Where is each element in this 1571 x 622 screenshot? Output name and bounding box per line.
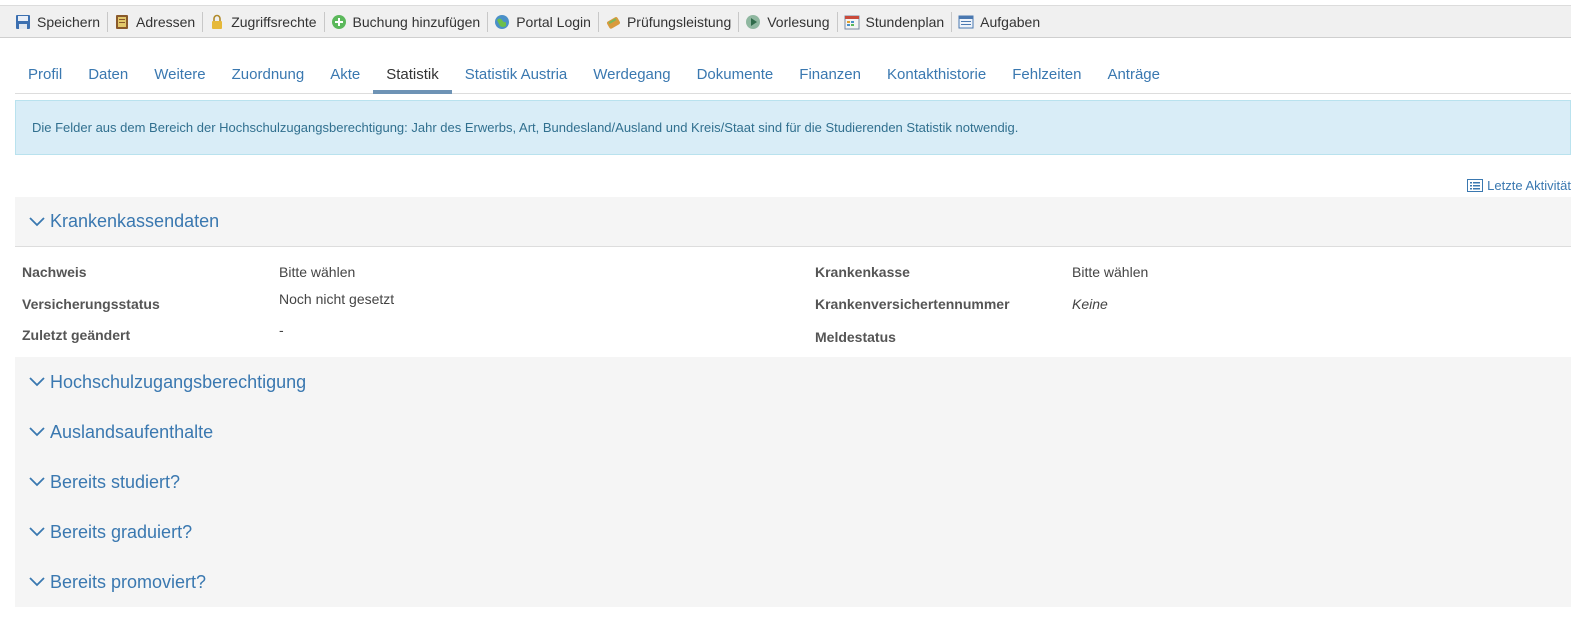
nachweis-label: Nachweis (22, 264, 87, 280)
tab-statistik-austria[interactable]: Statistik Austria (452, 54, 581, 93)
addresses-button[interactable]: Adressen (111, 11, 200, 33)
tasks-label: Aufgaben (980, 13, 1041, 30)
address-book-icon (116, 14, 129, 29)
toolbar-separator (597, 11, 599, 32)
save-label: Speichern (37, 13, 101, 30)
section-bereits-studiert[interactable]: Bereits studiert? (15, 457, 1571, 507)
tab-antraege[interactable]: Anträge (1094, 54, 1173, 93)
tab-profil[interactable]: Profil (15, 54, 75, 93)
tab-finanzen[interactable]: Finanzen (786, 54, 874, 93)
last-activity-label: Letzte Aktivität (1487, 178, 1571, 193)
exam-icon (606, 16, 620, 29)
section-bereits-graduiert[interactable]: Bereits graduiert? (15, 507, 1571, 557)
section-bereits-promoviert[interactable]: Bereits promoviert? (15, 557, 1571, 607)
toolbar: Speichern Adressen Zugriffsrechte Buchun… (0, 5, 1571, 38)
save-icon (16, 14, 30, 29)
tab-werdegang[interactable]: Werdegang (580, 54, 683, 93)
zuletzt-geaendert-value: - (279, 322, 284, 338)
exam-performance-button[interactable]: Prüfungsleistung (602, 11, 736, 33)
chevron-down-icon (29, 427, 45, 437)
section-auslandsaufenthalte[interactable]: Auslandsaufenthalte (15, 407, 1571, 457)
tab-zuordnung[interactable]: Zuordnung (219, 54, 318, 93)
access-rights-label: Zugriffsrechte (231, 13, 317, 30)
tab-daten[interactable]: Daten (75, 54, 141, 93)
list-icon (1467, 179, 1484, 192)
chevron-down-icon (29, 216, 45, 226)
toolbar-separator (107, 11, 109, 32)
section-title: Hochschulzugangsberechtigung (50, 371, 307, 392)
section-title: Bereits studiert? (50, 471, 181, 492)
globe-icon (495, 14, 510, 29)
lecture-icon (746, 14, 761, 29)
last-activity-link[interactable]: Letzte Aktivität (1467, 178, 1571, 193)
chevron-down-icon (29, 527, 45, 537)
portal-login-label: Portal Login (516, 13, 591, 30)
tab-kontakthistorie[interactable]: Kontakthistorie (874, 54, 999, 93)
tab-bar: Profil Daten Weitere Zuordnung Akte Stat… (15, 54, 1571, 94)
tab-akte[interactable]: Akte (317, 54, 373, 93)
toolbar-separator (738, 11, 740, 32)
section-title: Auslandsaufenthalte (50, 421, 214, 442)
timetable-button[interactable]: Stundenplan (841, 11, 950, 33)
zuletzt-geaendert-label: Zuletzt geändert (22, 327, 131, 343)
krankenkasse-details: Nachweis Bitte wählen Versicherungsstatu… (15, 248, 1571, 356)
toolbar-separator (951, 11, 953, 32)
lock-icon (212, 14, 223, 29)
krankenversichertennummer-label: Krankenversichertennummer (815, 296, 1010, 312)
tasks-button[interactable]: Aufgaben (955, 11, 1045, 33)
krankenversichertennummer-value: Keine (1072, 296, 1108, 312)
tab-dokumente[interactable]: Dokumente (684, 54, 787, 93)
addresses-label: Adressen (136, 13, 196, 30)
calendar-icon (844, 15, 860, 29)
toolbar-separator (323, 11, 325, 32)
versicherungsstatus-value: Noch nicht gesetzt (279, 291, 395, 307)
meldestatus-label: Meldestatus (815, 329, 896, 345)
section-title: Krankenkassendaten (50, 211, 220, 231)
versicherungsstatus-label: Versicherungsstatus (22, 296, 160, 312)
add-booking-button[interactable]: Buchung hinzufügen (328, 11, 486, 33)
add-circle-icon (331, 14, 346, 29)
section-title: Bereits promoviert? (50, 571, 207, 592)
access-rights-button[interactable]: Zugriffsrechte (206, 11, 321, 33)
chevron-down-icon (29, 377, 45, 387)
section-krankenkassendaten[interactable]: Krankenkassendaten (15, 197, 1571, 247)
save-button[interactable]: Speichern (12, 11, 105, 33)
add-booking-label: Buchung hinzufügen (352, 13, 481, 30)
toolbar-separator (202, 11, 204, 32)
krankenkasse-label: Krankenkasse (815, 264, 910, 280)
tab-fehlzeiten[interactable]: Fehlzeiten (999, 54, 1094, 93)
timetable-label: Stundenplan (865, 13, 945, 30)
lecture-label: Vorlesung (767, 13, 830, 30)
info-banner: Die Felder aus dem Bereich der Hochschul… (15, 100, 1571, 155)
section-hochschulzugangsberechtigung[interactable]: Hochschulzugangsberechtigung (15, 357, 1571, 407)
tasks-icon (958, 15, 974, 28)
chevron-down-icon (29, 477, 45, 487)
tab-weitere[interactable]: Weitere (141, 54, 218, 93)
toolbar-separator (836, 11, 838, 32)
tab-statistik[interactable]: Statistik (373, 54, 452, 94)
toolbar-separator (487, 11, 489, 32)
nachweis-value: Bitte wählen (279, 264, 356, 280)
section-title: Bereits graduiert? (50, 521, 193, 542)
lecture-button[interactable]: Vorlesung (742, 11, 834, 33)
exam-performance-label: Prüfungsleistung (626, 13, 732, 30)
krankenkasse-value: Bitte wählen (1072, 264, 1149, 280)
chevron-down-icon (29, 577, 45, 587)
portal-login-button[interactable]: Portal Login (491, 11, 596, 33)
